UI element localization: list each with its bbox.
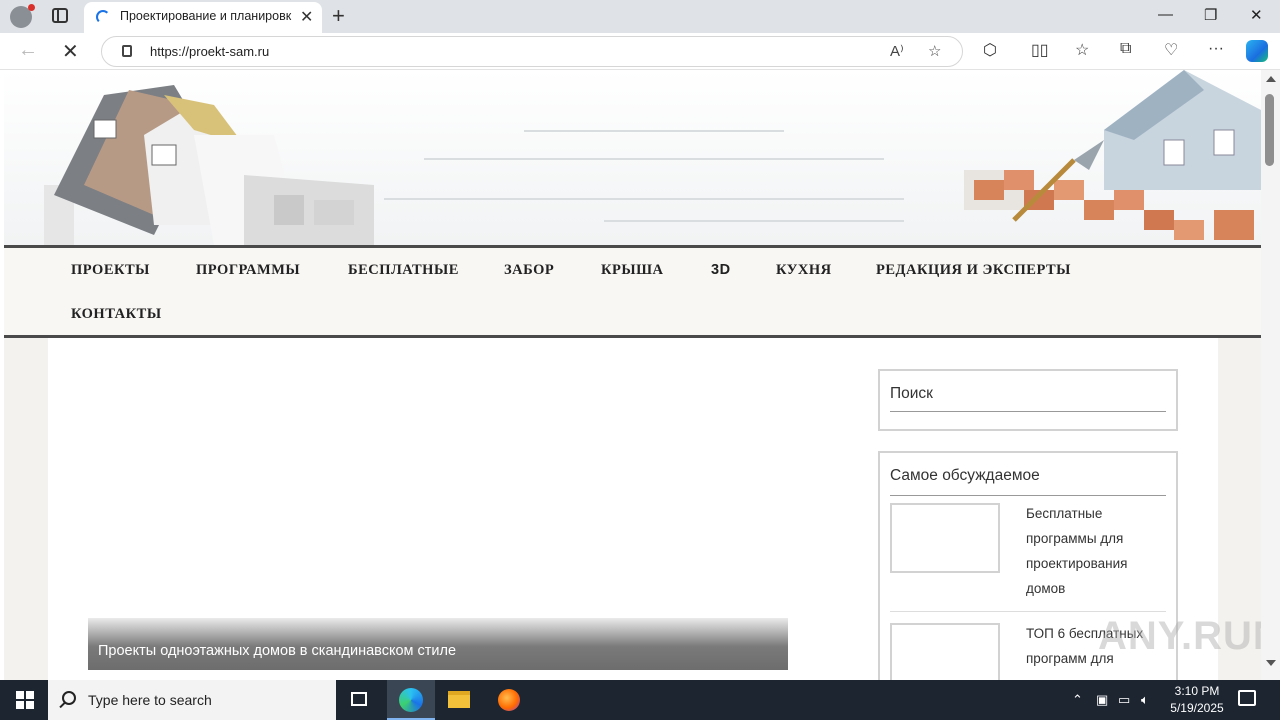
nav-item-kitchen[interactable]: КУХНЯ [776, 262, 832, 279]
device-icon[interactable]: ▣ [1096, 692, 1108, 708]
scroll-thumb[interactable] [1265, 94, 1274, 166]
stop-loading-icon[interactable]: ✕ [62, 39, 79, 64]
task-view-icon[interactable] [336, 680, 384, 720]
watermark-logo: ANY.RUN [1098, 614, 1280, 658]
widget-divider [890, 495, 1166, 496]
site-header-banner[interactable] [4, 70, 1261, 245]
notifications-icon[interactable] [1238, 690, 1256, 706]
featured-slider-caption[interactable]: Проекты одноэтажных домов в скандинавско… [88, 618, 788, 670]
volume-icon[interactable]: 🔈︎ [1141, 692, 1149, 708]
post-link[interactable]: Бесплатные программы для проектирования … [1026, 501, 1156, 601]
tab-title: Проектирование и планировка [120, 9, 292, 23]
nav-item-fence[interactable]: ЗАБОР [504, 262, 554, 279]
firefox-icon[interactable] [485, 680, 533, 720]
post-thumbnail[interactable] [890, 503, 1000, 573]
main-navigation: ПРОЕКТЫ ПРОГРАММЫ БЕСПЛАТНЫЕ ЗАБОР КРЫША… [4, 245, 1261, 338]
windows-taskbar: Type here to search ⌃ ▣ ▭ 🔈︎ 3:10 PM 5/1… [0, 680, 1280, 720]
loading-spinner-icon [96, 10, 110, 24]
post-thumbnail[interactable] [890, 623, 1000, 680]
more-options-icon[interactable]: ··· [1208, 40, 1224, 58]
main-content-area: Проекты одноэтажных домов в скандинавско… [48, 338, 1218, 680]
browser-tab-active[interactable]: Проектирование и планировка ✕ [84, 2, 322, 33]
nav-item-3d[interactable]: 3D [711, 262, 731, 278]
address-bar[interactable]: https://proekt-sam.ru A⁾ ☆ [101, 36, 963, 67]
taskbar-clock[interactable]: 3:10 PM 5/19/2025 [1160, 683, 1234, 717]
search-widget-title: Поиск [890, 385, 933, 402]
file-explorer-icon[interactable] [436, 680, 484, 720]
new-tab-icon[interactable]: + [332, 3, 345, 29]
most-discussed-title: Самое обсуждаемое [890, 467, 1040, 484]
minimize-icon[interactable]: — [1158, 6, 1173, 23]
nav-item-programs[interactable]: ПРОГРАММЫ [196, 262, 300, 279]
favorite-star-icon[interactable]: ☆ [928, 42, 941, 60]
post-divider [890, 611, 1166, 612]
read-aloud-icon[interactable]: A⁾ [890, 42, 904, 60]
restore-icon[interactable]: ❐ [1204, 6, 1217, 24]
browser-tab-strip: Проектирование и планировка ✕ + — ❐ ✕ [0, 0, 1280, 33]
page-viewport: ПРОЕКТЫ ПРОГРАММЫ БЕСПЛАТНЫЕ ЗАБОР КРЫША… [0, 70, 1280, 680]
house-construction-image [44, 85, 374, 245]
house-and-bricks-image [964, 70, 1261, 240]
page-scrollbar[interactable] [1261, 70, 1280, 680]
scroll-up-icon[interactable] [1266, 76, 1276, 82]
back-icon[interactable]: ← [18, 39, 38, 62]
collections-icon[interactable]: ⧉ [1120, 40, 1131, 58]
notification-dot-icon [28, 4, 35, 11]
split-screen-icon[interactable]: ▯▯ [1031, 40, 1049, 60]
lock-icon[interactable] [122, 45, 132, 57]
browser-essentials-icon[interactable]: ♡ [1164, 40, 1178, 60]
copilot-icon[interactable] [1246, 40, 1268, 62]
featured-post-title[interactable]: Проекты одноэтажных домов в скандинавско… [98, 643, 456, 659]
nav-item-roof[interactable]: КРЫША [601, 262, 664, 279]
url-text[interactable]: https://proekt-sam.ru [150, 44, 269, 59]
search-icon [62, 691, 76, 705]
clock-date: 5/19/2025 [1170, 701, 1224, 715]
nav-item-editorial[interactable]: РЕДАКЦИЯ И ЭКСПЕРТЫ [876, 262, 1071, 279]
windows-start-icon[interactable] [16, 691, 34, 709]
scroll-down-icon[interactable] [1266, 660, 1276, 666]
favorites-icon[interactable]: ☆ [1075, 40, 1089, 60]
nav-item-free[interactable]: БЕСПЛАТНЫЕ [348, 262, 459, 279]
search-input-underline[interactable] [890, 411, 1166, 412]
extensions-icon[interactable]: ⬡ [983, 40, 997, 60]
edge-taskbar-icon[interactable] [387, 680, 435, 720]
nav-item-contacts[interactable]: КОНТАКТЫ [71, 306, 162, 323]
taskbar-search-box[interactable]: Type here to search [48, 680, 336, 720]
site-page: ПРОЕКТЫ ПРОГРАММЫ БЕСПЛАТНЫЕ ЗАБОР КРЫША… [4, 70, 1280, 680]
taskbar-search-placeholder[interactable]: Type here to search [88, 692, 212, 708]
show-hidden-icons-icon[interactable]: ⌃ [1072, 692, 1083, 708]
network-icon[interactable]: ▭ [1118, 692, 1130, 708]
search-widget: Поиск [878, 369, 1178, 431]
close-window-icon[interactable]: ✕ [1250, 6, 1263, 24]
clock-time: 3:10 PM [1174, 684, 1220, 698]
nav-item-projects[interactable]: ПРОЕКТЫ [71, 262, 150, 279]
close-tab-icon[interactable]: ✕ [300, 7, 313, 27]
tab-actions-icon[interactable] [52, 8, 68, 23]
